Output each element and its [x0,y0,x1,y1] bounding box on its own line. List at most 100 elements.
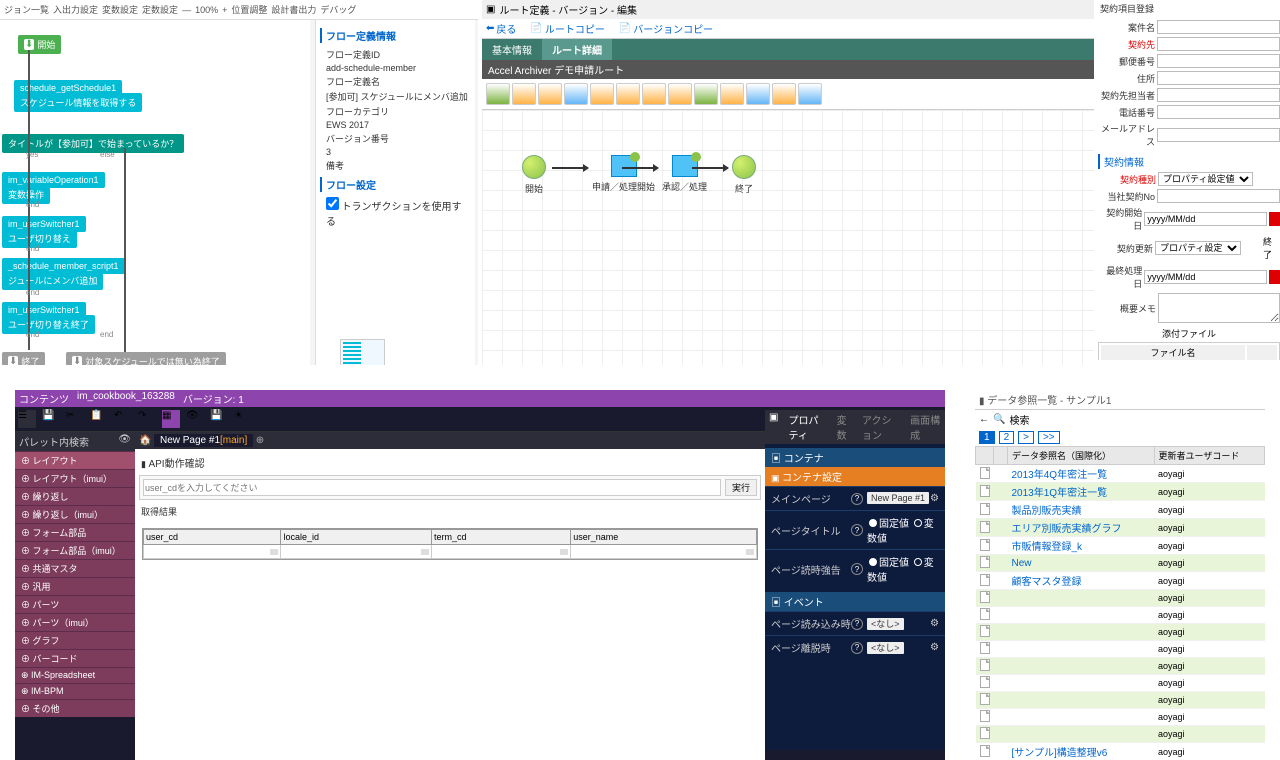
flow-node[interactable]: スケジュール情報を取得する [14,93,142,112]
help-icon[interactable]: ? [851,493,863,505]
add-tab-icon[interactable]: ⊕ [256,435,264,446]
toolbar-item[interactable]: 位置調整 [231,3,267,16]
search-icon[interactable]: 🔍 [993,414,1005,425]
preview-icon[interactable]: 👁 [186,410,204,428]
undo-icon[interactable]: ↶ [114,410,132,428]
toolbar-item[interactable]: — [182,5,191,15]
tab-property[interactable]: プロパティ [788,412,826,442]
input-email[interactable] [1157,128,1280,142]
tab-action[interactable]: アクション [862,412,900,442]
execute-button[interactable]: 実行 [725,479,757,496]
palette-item[interactable]: フォーム部品（imui） [15,541,135,559]
table-row[interactable]: 2013年1Q年密注一覧aoyagi [976,483,1265,501]
input-contractor[interactable] [1157,37,1280,51]
toolbar-item[interactable]: + [222,5,227,15]
route-node[interactable]: 終了 [732,155,756,195]
route-tool-icon[interactable] [746,83,770,105]
flow-node[interactable]: ユーザ切り替え [2,229,77,248]
route-tool-icon[interactable] [564,83,588,105]
save-icon[interactable]: 💾 [42,410,60,428]
flow-node[interactable]: ジュールにメンバ追加 [2,271,103,290]
flow-node[interactable]: ⬇終了 [2,352,45,365]
input-memo[interactable] [1158,293,1280,323]
palette-item[interactable]: 繰り返し（imui） [15,505,135,523]
menu-icon[interactable]: ☰ [18,410,36,428]
radio-fixed[interactable] [869,519,877,527]
table-row[interactable]: aoyagi [976,624,1265,641]
input-start-date[interactable] [1144,212,1267,226]
table-row[interactable]: Newaoyagi [976,555,1265,572]
palette-item[interactable]: レイアウト（imui） [15,469,135,487]
route-tool-icon[interactable] [538,83,562,105]
page-button[interactable]: > [1018,431,1034,444]
table-row[interactable]: aoyagi [976,658,1265,675]
page-tab[interactable]: New Page #1[main] [154,434,253,447]
route-tool-icon[interactable] [694,83,718,105]
route-copy-button[interactable]: 📄 ルートコピー [530,21,604,36]
minimap[interactable] [340,339,385,365]
help-icon[interactable]: ? [851,524,863,536]
home-icon[interactable]: 🏠 [139,435,151,446]
table-row[interactable]: aoyagi [976,590,1265,607]
gear-icon[interactable]: ⚙ [930,618,939,629]
table-row[interactable]: aoyagi [976,726,1265,743]
settings-icon[interactable]: 💾 [210,410,228,428]
palette-item[interactable]: IM-BPM [15,683,135,699]
table-row[interactable]: 市販情報登録_kaoyagi [976,537,1265,555]
route-node[interactable]: 申請／処理開始 [592,155,655,193]
palette-item[interactable]: その他 [15,699,135,717]
route-tool-icon[interactable] [772,83,796,105]
table-row[interactable]: 2013年4Q年密注一覧aoyagi [976,465,1265,483]
calendar-icon[interactable] [1269,212,1280,226]
toolbar-item[interactable]: 定数設定 [142,3,178,16]
gear-icon[interactable]: ⚙ [930,642,939,653]
route-tool-icon[interactable] [616,83,640,105]
palette-item[interactable]: レイアウト [15,451,135,469]
route-node[interactable]: 開始 [522,155,546,195]
palette-item[interactable]: グラフ [15,631,135,649]
palette-item[interactable]: 共通マスタ [15,559,135,577]
transaction-checkbox-row[interactable]: トランザクションを使用する [320,196,471,229]
flow-node[interactable]: ⬇開始 [18,35,61,54]
table-row[interactable]: 顧客マスタ登録aoyagi [976,572,1265,590]
table-row[interactable]: aoyagi [976,607,1265,624]
tab-layout[interactable]: 画面構成 [910,412,941,442]
palette-item[interactable]: フォーム部品 [15,523,135,541]
gear-icon[interactable]: ⚙ [930,493,939,504]
table-row[interactable]: 製品別販売実績aoyagi [976,501,1265,519]
tab-route-detail[interactable]: ルート詳細 [542,39,612,60]
flow-node[interactable]: ユーザ切り替え終了 [2,315,95,334]
route-tool-icon[interactable] [590,83,614,105]
toolbar-item[interactable]: 設計書出力 [271,3,316,16]
radio-var[interactable] [914,519,922,527]
table-row[interactable]: aoyagi [976,641,1265,658]
redo-icon[interactable]: ↷ [138,410,156,428]
palette-item[interactable]: 繰り返し [15,487,135,505]
tab-variable[interactable]: 変数 [837,412,852,442]
radio-fixed[interactable] [869,558,877,566]
table-row[interactable]: [サンプル]構造整理v6aoyagi [976,743,1265,760]
table-row[interactable]: aoyagi [976,709,1265,726]
help-icon[interactable]: ? [851,563,863,575]
route-tool-icon[interactable] [486,83,510,105]
palette-item[interactable]: パーツ [15,595,135,613]
page-button[interactable]: >> [1038,431,1060,444]
input-own-no[interactable] [1157,189,1280,203]
sun-icon[interactable]: ☀ [234,410,252,428]
route-tool-icon[interactable] [798,83,822,105]
flow-canvas[interactable]: ⬇開始schedule_getSchedule1スケジュール情報を取得するタイト… [0,20,310,365]
toolbar-item[interactable]: ジョン一覧 [4,3,49,16]
select-update[interactable]: プロパティ設定 [1155,241,1241,255]
toolbar-item[interactable]: 変数設定 [102,3,138,16]
route-tool-icon[interactable] [512,83,536,105]
route-node[interactable]: 承認／処理 [662,155,707,193]
table-row[interactable]: aoyagi [976,675,1265,692]
palette-item[interactable]: IM-Spreadsheet [15,667,135,683]
toolbar-item[interactable]: 入出力設定 [53,3,98,16]
user-cd-input[interactable] [143,479,721,496]
radio-var[interactable] [914,558,922,566]
input-name[interactable] [1157,20,1280,34]
eye-icon[interactable]: 👁 [118,434,131,449]
table-row[interactable]: aoyagi [976,692,1265,709]
copy-icon[interactable]: 📋 [90,410,108,428]
